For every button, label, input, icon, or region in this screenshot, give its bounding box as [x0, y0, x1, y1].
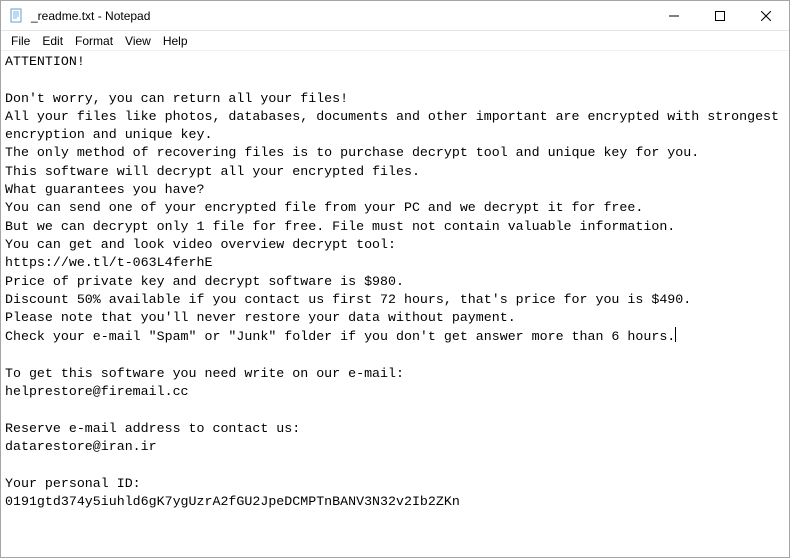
- text-cursor: [675, 327, 676, 342]
- notepad-window: _readme.txt - Notepad File Edi: [0, 0, 790, 558]
- maximize-icon: [715, 11, 725, 21]
- window-title: _readme.txt - Notepad: [31, 9, 150, 23]
- menu-view[interactable]: View: [119, 33, 157, 49]
- titlebar: _readme.txt - Notepad: [1, 1, 789, 31]
- window-controls: [651, 1, 789, 30]
- text-area[interactable]: ATTENTION! Don't worry, you can return a…: [1, 51, 789, 557]
- close-button[interactable]: [743, 1, 789, 30]
- minimize-icon: [669, 11, 679, 21]
- menu-help[interactable]: Help: [157, 33, 194, 49]
- menu-format[interactable]: Format: [69, 33, 119, 49]
- menu-file[interactable]: File: [5, 33, 36, 49]
- notepad-icon: [9, 8, 25, 24]
- maximize-button[interactable]: [697, 1, 743, 30]
- minimize-button[interactable]: [651, 1, 697, 30]
- menubar: File Edit Format View Help: [1, 31, 789, 51]
- document-text[interactable]: ATTENTION! Don't worry, you can return a…: [5, 53, 785, 511]
- menu-edit[interactable]: Edit: [36, 33, 69, 49]
- titlebar-left: _readme.txt - Notepad: [1, 8, 150, 24]
- close-icon: [761, 11, 771, 21]
